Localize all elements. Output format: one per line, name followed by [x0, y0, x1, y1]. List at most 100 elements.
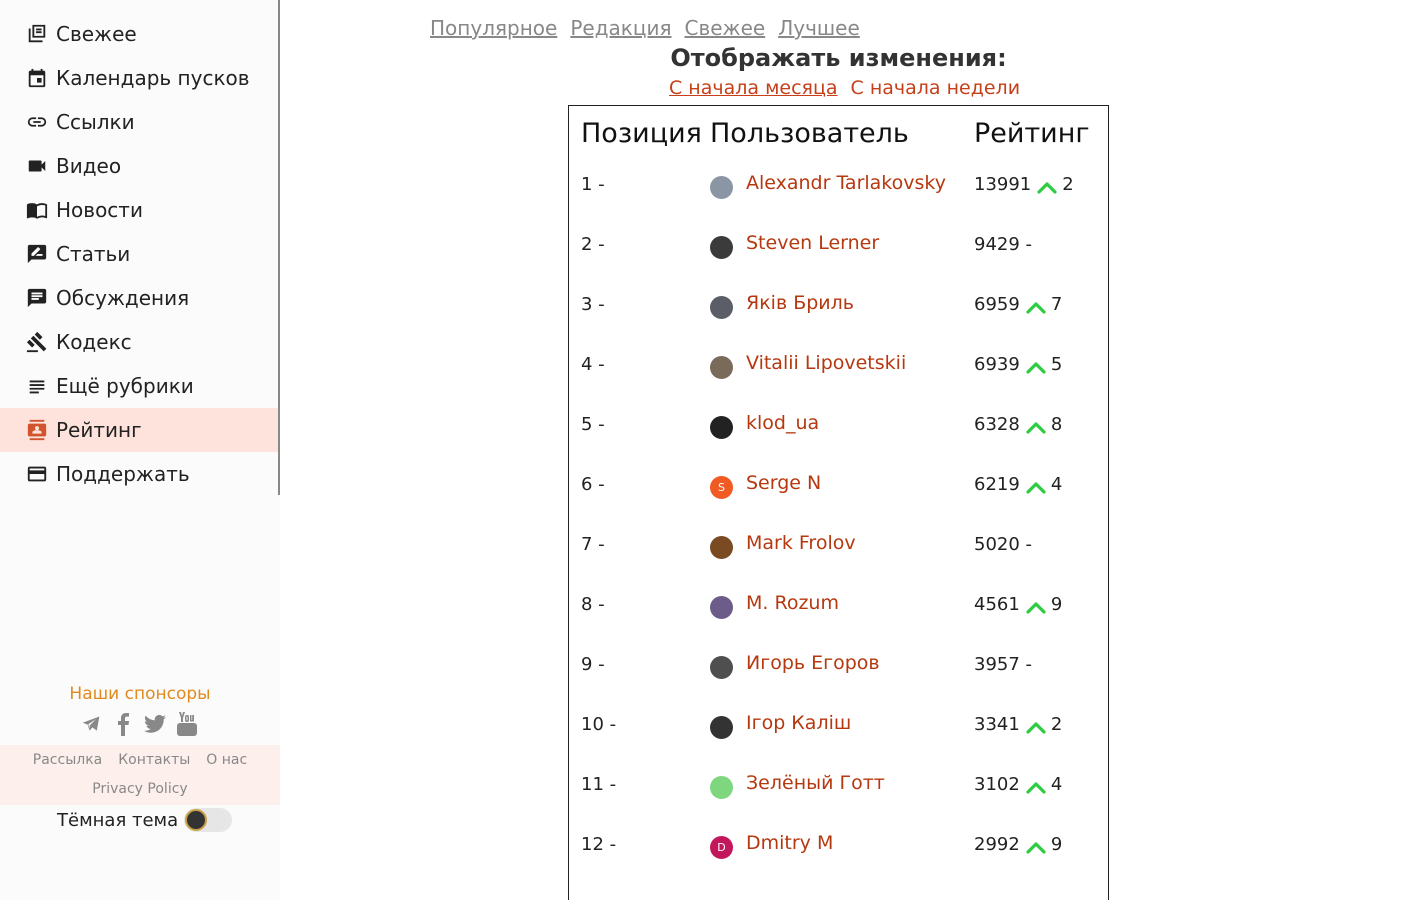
- rating-value: 2992 9: [974, 834, 1062, 855]
- rating-value: 6219 4: [974, 474, 1062, 495]
- rating-number: 3102: [974, 774, 1020, 795]
- tab-fresh[interactable]: Свежее: [685, 16, 766, 40]
- rating-change: 2: [1062, 174, 1074, 195]
- sidebar-item-news[interactable]: Новости: [0, 188, 278, 232]
- row-position: 7 -: [581, 534, 605, 555]
- telegram-icon[interactable]: [80, 710, 102, 738]
- rating-change: 5: [1050, 354, 1063, 375]
- row-position: 3 -: [581, 294, 605, 315]
- youtube-icon[interactable]: [176, 710, 198, 738]
- rating-number: 9429 -: [974, 234, 1033, 255]
- facebook-icon[interactable]: [112, 710, 134, 738]
- user-link[interactable]: Ігор Каліш: [746, 712, 851, 734]
- up-arrow-icon: [1026, 718, 1046, 734]
- avatar[interactable]: [710, 296, 733, 319]
- sidebar-item-rating[interactable]: Рейтинг: [0, 408, 278, 452]
- rating-value: 3957 -: [974, 654, 1032, 675]
- rating-number: 6219: [974, 474, 1020, 495]
- twitter-icon[interactable]: [144, 710, 166, 738]
- user-link[interactable]: Игорь Егоров: [746, 652, 880, 674]
- about-link[interactable]: О нас: [206, 752, 247, 768]
- avatar[interactable]: [710, 416, 733, 439]
- sidebar-item-more[interactable]: Ещё рубрики: [0, 364, 278, 408]
- table-row: 3 - Яків Бриль 6959 7: [569, 292, 1108, 354]
- table-row: 1 - Alexandr Tarlakovsky 13991 2: [569, 172, 1108, 234]
- rating-value: 3102 4: [974, 774, 1062, 795]
- newsletter-link[interactable]: Рассылка: [33, 752, 102, 768]
- calendar-icon: [25, 66, 49, 90]
- up-arrow-icon: [1026, 598, 1046, 614]
- rating-change: 8: [1050, 414, 1063, 435]
- sidebar-item-label: Ссылки: [56, 110, 135, 134]
- table-row: 12 - D Dmitry M 2992 9: [569, 832, 1108, 894]
- user-link[interactable]: M. Rozum: [746, 592, 839, 614]
- moon-icon: [185, 809, 208, 831]
- sidebar-item-label: Ещё рубрики: [56, 374, 194, 398]
- avatar[interactable]: [710, 596, 733, 619]
- sidebar: Свежее Календарь пусков Ссылки Видео Нов…: [0, 0, 280, 900]
- rating-number: 4561: [974, 594, 1020, 615]
- sidebar-item-discussions[interactable]: Обсуждения: [0, 276, 278, 320]
- sidebar-divider: [278, 0, 280, 495]
- sidebar-item-calendar[interactable]: Календарь пусков: [0, 56, 278, 100]
- social-links: [80, 710, 198, 738]
- avatar[interactable]: S: [710, 476, 733, 499]
- avatar[interactable]: [710, 236, 733, 259]
- dark-theme-toggle[interactable]: [184, 808, 233, 832]
- user-link[interactable]: Steven Lerner: [746, 232, 879, 254]
- sidebar-item-label: Рейтинг: [56, 418, 142, 442]
- user-link[interactable]: Яків Бриль: [746, 292, 854, 314]
- table-row: 9 - Игорь Егоров 3957 -: [569, 652, 1108, 714]
- avatar[interactable]: [710, 356, 733, 379]
- rating-value: 6328 8: [974, 414, 1062, 435]
- avatar[interactable]: [710, 176, 733, 199]
- user-link[interactable]: Dmitry M: [746, 832, 833, 854]
- user-link[interactable]: Alexandr Tarlakovsky: [746, 172, 946, 194]
- gavel-icon: [25, 330, 49, 354]
- sidebar-item-links[interactable]: Ссылки: [0, 100, 278, 144]
- user-link[interactable]: Serge N: [746, 472, 821, 494]
- up-arrow-icon: [1026, 838, 1046, 854]
- user-link[interactable]: klod_ua: [746, 412, 819, 434]
- rating-number: 6939: [974, 354, 1020, 375]
- up-arrow-icon: [1026, 478, 1046, 494]
- avatar[interactable]: [710, 536, 733, 559]
- user-link[interactable]: Vitalii Lipovetskii: [746, 352, 906, 374]
- sidebar-item-codex[interactable]: Кодекс: [0, 320, 278, 364]
- rating-value: 5020 -: [974, 534, 1032, 555]
- period-switch: С начала месяца С начала недели: [669, 77, 1020, 99]
- sidebar-item-fresh[interactable]: Свежее: [0, 12, 278, 56]
- table-row: 5 - klod_ua 6328 8: [569, 412, 1108, 474]
- header-position: Позиция: [581, 118, 702, 149]
- tab-editorial[interactable]: Редакция: [570, 16, 671, 40]
- tab-best[interactable]: Лучшее: [778, 16, 860, 40]
- sponsors-link[interactable]: Наши спонсоры: [0, 684, 280, 704]
- rating-change: 2: [1050, 714, 1063, 735]
- rating-change: 4: [1050, 474, 1063, 495]
- sidebar-item-label: Поддержать: [56, 462, 190, 486]
- rating-number: 6328: [974, 414, 1020, 435]
- tab-popular[interactable]: Популярное: [430, 16, 557, 40]
- card-icon: [25, 462, 49, 486]
- period-week-link[interactable]: С начала недели: [851, 77, 1021, 99]
- link-icon: [25, 110, 49, 134]
- avatar[interactable]: [710, 776, 733, 799]
- rating-value: 9429 -: [974, 234, 1032, 255]
- user-link[interactable]: Зелёный Готт: [746, 772, 885, 794]
- rating-change: 4: [1050, 774, 1063, 795]
- avatar[interactable]: D: [710, 836, 733, 859]
- privacy-policy-link[interactable]: Privacy Policy: [0, 781, 280, 797]
- sidebar-item-support[interactable]: Поддержать: [0, 452, 278, 496]
- sidebar-item-articles[interactable]: Статьи: [0, 232, 278, 276]
- up-arrow-icon: [1026, 358, 1046, 374]
- user-link[interactable]: Mark Frolov: [746, 532, 856, 554]
- period-month-link[interactable]: С начала месяца: [669, 77, 838, 99]
- contacts-link[interactable]: Контакты: [118, 752, 190, 768]
- sidebar-item-video[interactable]: Видео: [0, 144, 278, 188]
- sidebar-item-label: Видео: [56, 154, 122, 178]
- row-position: 10 -: [581, 714, 617, 735]
- article-icon: [25, 242, 49, 266]
- avatar[interactable]: [710, 716, 733, 739]
- chat-icon: [25, 286, 49, 310]
- avatar[interactable]: [710, 656, 733, 679]
